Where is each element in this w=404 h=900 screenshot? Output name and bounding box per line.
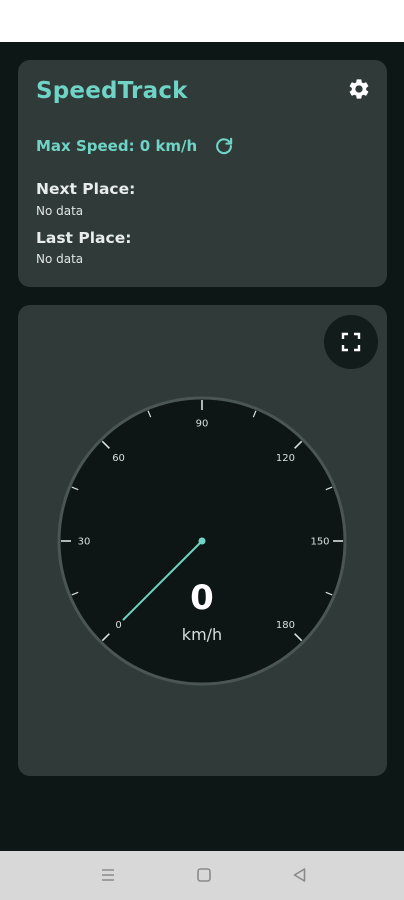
max-speed-row: Max Speed: 0 km/h [36, 133, 237, 159]
app-title: SpeedTrack [36, 78, 188, 104]
last-place-heading: Last Place: [36, 229, 132, 247]
info-card: SpeedTrack Max Speed: 0 km/h Next Place:… [18, 60, 387, 287]
settings-button[interactable] [345, 75, 373, 103]
triangle-back-icon [293, 868, 306, 882]
next-place-value: No data [36, 204, 84, 218]
gear-icon [349, 79, 369, 99]
gauge-tick-label: 60 [112, 453, 125, 464]
next-place-heading: Next Place: [36, 180, 136, 198]
square-icon [197, 868, 211, 882]
nav-menu-button[interactable] [96, 863, 120, 887]
nav-home-button[interactable] [192, 863, 216, 887]
status-bar [0, 0, 404, 42]
nav-back-button[interactable] [288, 863, 312, 887]
gauge-tick-label: 30 [78, 537, 91, 548]
gauge-tick-label: 90 [196, 419, 209, 430]
needle-hub [198, 537, 206, 545]
speed-unit: km/h [182, 625, 222, 644]
gauge-tick-label: 180 [276, 620, 295, 631]
fullscreen-icon [341, 332, 361, 352]
speed-value: 0 [190, 578, 214, 618]
speedometer-gauge: 0 30 60 90 120 150 180 0 km/h [57, 396, 347, 686]
reset-max-speed-button[interactable] [211, 133, 237, 159]
gauge-tick-label: 150 [310, 537, 329, 548]
gauge-tick-label: 120 [276, 453, 295, 464]
refresh-icon [216, 137, 233, 155]
last-place-value: No data [36, 252, 84, 266]
speedometer-card: 0 30 60 90 120 150 180 0 km/h [18, 305, 387, 776]
menu-icon [102, 869, 114, 881]
max-speed-label: Max Speed: 0 km/h [36, 137, 198, 155]
system-navigation-bar [0, 851, 404, 900]
fullscreen-button[interactable] [324, 315, 378, 369]
gauge-tick-label: 0 [115, 620, 121, 631]
